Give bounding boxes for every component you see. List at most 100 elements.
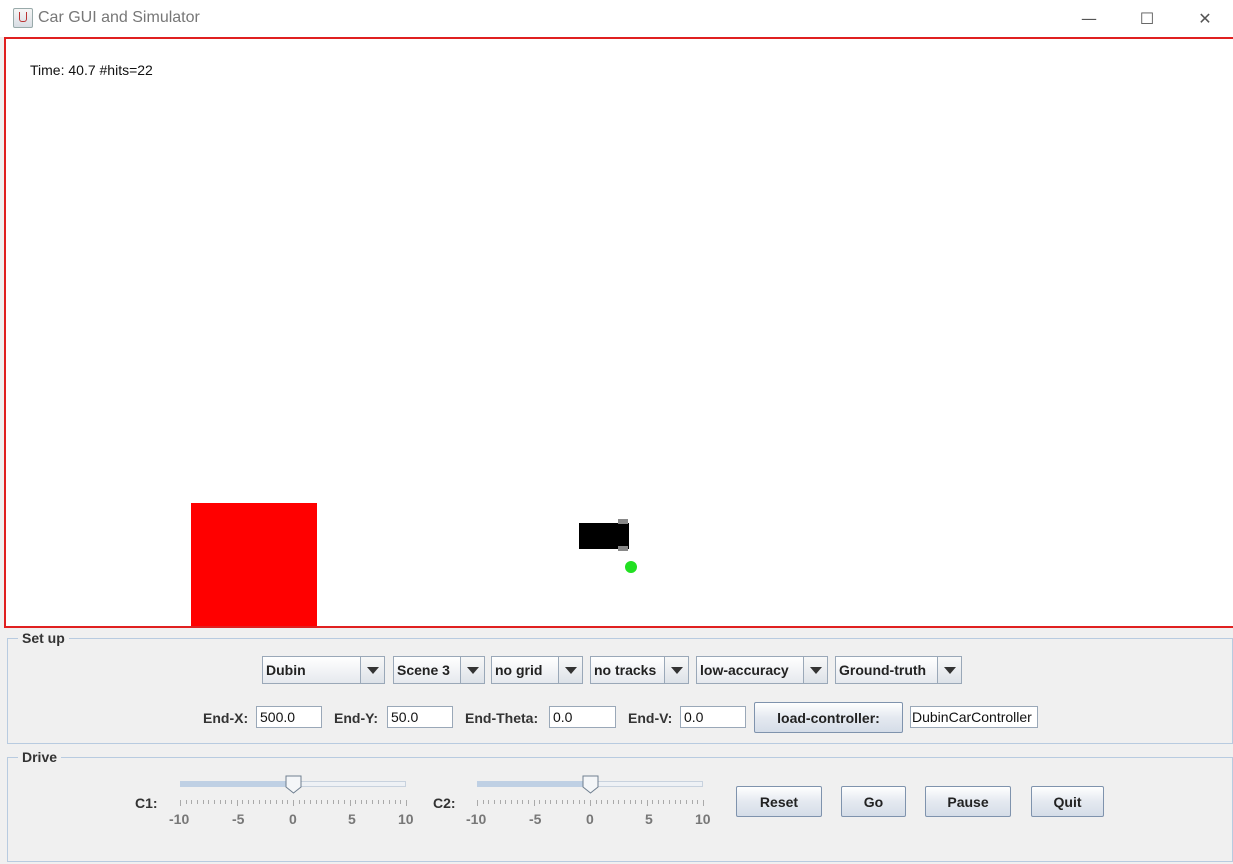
end-v-field[interactable] bbox=[680, 706, 746, 728]
reset-button[interactable]: Reset bbox=[736, 786, 822, 817]
slider-tick bbox=[663, 800, 664, 804]
setup-legend: Set up bbox=[22, 630, 65, 646]
title-bar: Car GUI and Simulator — ☐ ✕ bbox=[0, 0, 1233, 37]
c2-slider[interactable]: -10 -5 0 5 10 bbox=[466, 775, 711, 827]
end-y-label: End-Y: bbox=[334, 710, 379, 726]
slider-tick bbox=[242, 800, 243, 804]
controller-name-field[interactable] bbox=[910, 706, 1038, 728]
slider-tick bbox=[214, 800, 215, 804]
slider-tick bbox=[406, 800, 407, 806]
slider-tick bbox=[686, 800, 687, 804]
slider-tick bbox=[675, 800, 676, 804]
slider-tick bbox=[562, 800, 563, 804]
slider-tick bbox=[276, 800, 277, 804]
pause-button[interactable]: Pause bbox=[925, 786, 1011, 817]
slider-tick bbox=[539, 800, 540, 804]
slider-tick bbox=[680, 800, 681, 804]
slider-tick bbox=[197, 800, 198, 804]
slider-tick bbox=[596, 800, 597, 804]
slider-tick bbox=[692, 800, 693, 804]
slider-tick bbox=[265, 800, 266, 804]
slider-tick bbox=[400, 800, 401, 804]
go-button[interactable]: Go bbox=[841, 786, 906, 817]
slider-tick bbox=[658, 800, 659, 804]
slider-tick bbox=[372, 800, 373, 804]
slider-tick bbox=[573, 800, 574, 804]
slider-tick bbox=[383, 800, 384, 804]
slider-tick bbox=[647, 800, 648, 806]
c2-slider-fill bbox=[477, 781, 590, 787]
load-controller-button[interactable]: load-controller: bbox=[754, 702, 903, 733]
c2-tick-label: -5 bbox=[529, 811, 542, 827]
tracks-select[interactable]: no tracks bbox=[590, 656, 689, 684]
minimize-button[interactable]: — bbox=[1060, 0, 1118, 37]
accuracy-select[interactable]: low-accuracy bbox=[696, 656, 828, 684]
slider-tick bbox=[220, 800, 221, 804]
c1-tick-label: 10 bbox=[398, 811, 414, 827]
java-cup-icon bbox=[13, 8, 33, 28]
c1-slider[interactable]: -10 -5 0 5 10 bbox=[169, 775, 414, 827]
chevron-down-icon bbox=[360, 657, 384, 683]
slider-tick bbox=[579, 800, 580, 804]
end-x-field[interactable] bbox=[256, 706, 322, 728]
ground-truth-value: Ground-truth bbox=[839, 662, 927, 678]
car-model-select[interactable]: Dubin bbox=[262, 656, 385, 684]
scene-select[interactable]: Scene 3 bbox=[393, 656, 485, 684]
slider-tick bbox=[590, 800, 591, 806]
slider-tick bbox=[287, 800, 288, 804]
end-theta-field[interactable] bbox=[549, 706, 616, 728]
slider-tick bbox=[494, 800, 495, 804]
slider-tick bbox=[697, 800, 698, 804]
slider-tick bbox=[191, 800, 192, 804]
c2-label: C2: bbox=[433, 795, 456, 811]
slider-tick bbox=[556, 800, 557, 804]
slider-tick bbox=[344, 800, 345, 804]
simulation-canvas[interactable]: Time: 40.7 #hits=22 bbox=[4, 37, 1233, 628]
slider-tick bbox=[624, 800, 625, 804]
c1-slider-thumb[interactable] bbox=[285, 775, 302, 794]
slider-tick bbox=[338, 800, 339, 804]
slider-tick bbox=[282, 800, 283, 804]
tracks-value: no tracks bbox=[594, 662, 657, 678]
quit-button[interactable]: Quit bbox=[1031, 786, 1104, 817]
slider-tick bbox=[231, 800, 232, 804]
slider-tick bbox=[528, 800, 529, 804]
maximize-button[interactable]: ☐ bbox=[1118, 0, 1176, 37]
slider-tick bbox=[613, 800, 614, 804]
slider-tick bbox=[203, 800, 204, 804]
end-v-label: End-V: bbox=[628, 710, 673, 726]
ground-truth-select[interactable]: Ground-truth bbox=[835, 656, 962, 684]
setup-panel: Set up bbox=[7, 630, 1233, 744]
c2-slider-thumb[interactable] bbox=[582, 775, 599, 794]
target-point bbox=[625, 561, 637, 573]
chevron-down-icon bbox=[460, 657, 484, 683]
c2-tick-label: 0 bbox=[586, 811, 594, 827]
slider-tick bbox=[550, 800, 551, 804]
grid-select[interactable]: no grid bbox=[491, 656, 583, 684]
grid-value: no grid bbox=[495, 662, 543, 678]
slider-tick bbox=[270, 800, 271, 804]
slider-tick bbox=[652, 800, 653, 804]
slider-tick bbox=[366, 800, 367, 804]
slider-tick bbox=[483, 800, 484, 804]
slider-tick bbox=[522, 800, 523, 804]
slider-tick bbox=[361, 800, 362, 804]
scene-value: Scene 3 bbox=[397, 662, 450, 678]
chevron-down-icon bbox=[937, 657, 961, 683]
slider-tick bbox=[505, 800, 506, 804]
close-button[interactable]: ✕ bbox=[1176, 0, 1233, 37]
slider-tick bbox=[208, 800, 209, 804]
slider-tick bbox=[333, 800, 334, 804]
slider-tick bbox=[316, 800, 317, 804]
slider-tick bbox=[225, 800, 226, 804]
end-y-field[interactable] bbox=[387, 706, 453, 728]
slider-tick bbox=[355, 800, 356, 804]
slider-tick bbox=[545, 800, 546, 804]
slider-tick bbox=[299, 800, 300, 804]
slider-tick bbox=[259, 800, 260, 804]
slider-tick bbox=[669, 800, 670, 804]
c2-slider-ticks bbox=[477, 800, 704, 806]
slider-tick bbox=[618, 800, 619, 804]
simulation-status: Time: 40.7 #hits=22 bbox=[30, 62, 153, 78]
window-title: Car GUI and Simulator bbox=[38, 9, 200, 26]
